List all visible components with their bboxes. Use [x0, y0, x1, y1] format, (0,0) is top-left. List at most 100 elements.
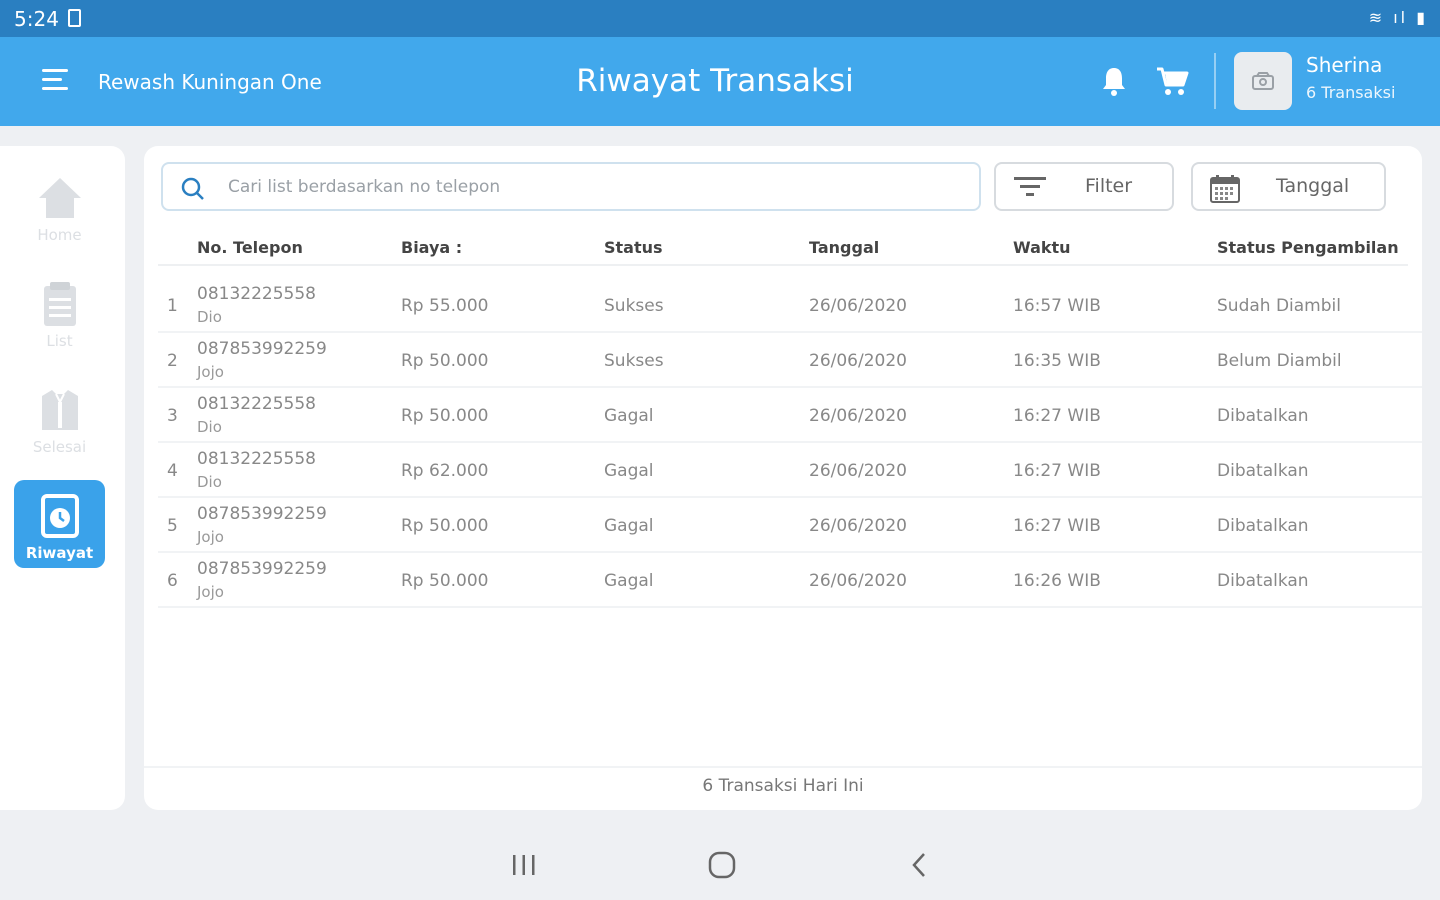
clock: 5:24	[14, 7, 59, 31]
home-button-icon[interactable]	[705, 848, 739, 882]
status: Gagal	[604, 406, 654, 426]
date: 26/06/2020	[809, 516, 907, 536]
row-number: 3	[167, 406, 178, 426]
date: 26/06/2020	[809, 296, 907, 316]
status: Sukses	[604, 296, 664, 316]
sidebar-item-list[interactable]: List	[14, 268, 105, 356]
phone-number: 08132225558	[197, 449, 316, 469]
phone-number: 087853992259	[197, 504, 327, 524]
status: Gagal	[604, 516, 654, 536]
avatar[interactable]	[1234, 52, 1292, 110]
phone-number: 087853992259	[197, 559, 327, 579]
fee: Rp 50.000	[401, 571, 489, 591]
transaction-summary: 6 Transaksi Hari Ini	[144, 766, 1422, 810]
recent-apps-icon[interactable]	[507, 848, 541, 882]
date: 26/06/2020	[809, 461, 907, 481]
table-row[interactable]: 4 08132225558 Dio Rp 62.000 Gagal 26/06/…	[158, 443, 1422, 498]
customer-name: Jojo	[197, 583, 224, 601]
date: 26/06/2020	[809, 571, 907, 591]
column-header: Status Pengambilan	[1217, 238, 1399, 257]
table-header: No. Telepon Biaya : Status Tanggal Waktu…	[158, 232, 1408, 266]
phone-number: 087853992259	[197, 339, 327, 359]
time: 16:26 WIB	[1013, 571, 1101, 591]
row-number: 2	[167, 351, 178, 371]
table-row[interactable]: 6 087853992259 Jojo Rp 50.000 Gagal 26/0…	[158, 553, 1422, 608]
time: 16:57 WIB	[1013, 296, 1101, 316]
pickup-status: Dibatalkan	[1217, 571, 1309, 591]
transaction-panel: Filter Tanggal No. Telepon Biaya : Statu…	[144, 146, 1422, 810]
customer-name: Dio	[197, 473, 222, 491]
column-header: Status	[604, 238, 663, 257]
search-icon	[181, 177, 204, 200]
appbar-divider	[1214, 53, 1216, 109]
app-bar: Rewash Kuningan One Riwayat Transaksi Sh…	[0, 37, 1440, 126]
sidebar-item-label: Home	[37, 226, 82, 244]
status: Sukses	[604, 351, 664, 371]
row-number: 6	[167, 571, 178, 591]
search-box	[161, 162, 981, 211]
time: 16:27 WIB	[1013, 461, 1101, 481]
pickup-status: Belum Diambil	[1217, 351, 1342, 371]
time: 16:27 WIB	[1013, 406, 1101, 426]
history-icon	[40, 494, 79, 538]
table-row[interactable]: 5 087853992259 Jojo Rp 50.000 Gagal 26/0…	[158, 498, 1422, 553]
list-icon	[43, 282, 76, 326]
row-number: 5	[167, 516, 178, 536]
status: Gagal	[604, 571, 654, 591]
time: 16:35 WIB	[1013, 351, 1101, 371]
bell-icon[interactable]	[1100, 65, 1128, 97]
user-transaction-count: 6 Transaksi	[1306, 83, 1396, 102]
date-button[interactable]: Tanggal	[1191, 162, 1386, 211]
fee: Rp 50.000	[401, 516, 489, 536]
column-header: Tanggal	[809, 238, 880, 257]
user-name: Sherina	[1306, 53, 1383, 77]
row-number: 4	[167, 461, 178, 481]
date-label: Tanggal	[1276, 175, 1350, 197]
table-row[interactable]: 2 087853992259 Jojo Rp 50.000 Sukses 26/…	[158, 333, 1422, 388]
status: Gagal	[604, 461, 654, 481]
row-number: 1	[167, 296, 178, 316]
table-row[interactable]: 3 08132225558 Dio Rp 50.000 Gagal 26/06/…	[158, 388, 1422, 443]
sidebar: Home List Selesai Riwayat	[0, 146, 125, 810]
sidebar-item-home[interactable]: Home	[14, 162, 105, 250]
customer-name: Dio	[197, 308, 222, 326]
time: 16:27 WIB	[1013, 516, 1101, 536]
sidebar-item-label: Riwayat	[25, 544, 94, 562]
table-row[interactable]: 1 08132225558 Dio Rp 55.000 Sukses 26/06…	[158, 278, 1422, 333]
customer-name: Jojo	[197, 528, 224, 546]
pickup-status: Dibatalkan	[1217, 461, 1309, 481]
filter-icon	[1014, 177, 1046, 196]
pickup-status: Dibatalkan	[1217, 406, 1309, 426]
column-header: Biaya :	[401, 238, 463, 257]
search-input[interactable]	[228, 172, 958, 202]
sidebar-item-label: Selesai	[32, 438, 87, 456]
customer-name: Jojo	[197, 363, 224, 381]
filter-label: Filter	[1085, 175, 1133, 197]
cart-icon[interactable]	[1155, 65, 1189, 97]
customer-name: Dio	[197, 418, 222, 436]
lock-icon	[68, 9, 81, 27]
system-icons: ≋ ıl ▮	[1368, 8, 1428, 27]
fee: Rp 50.000	[401, 351, 489, 371]
date: 26/06/2020	[809, 351, 907, 371]
column-header: No. Telepon	[197, 238, 303, 257]
fee: Rp 62.000	[401, 461, 489, 481]
calendar-icon	[1210, 175, 1240, 203]
home-icon	[38, 178, 81, 218]
sidebar-item-riwayat[interactable]: Riwayat	[14, 480, 105, 568]
sidebar-item-selesai[interactable]: Selesai	[14, 374, 105, 462]
status-bar: 5:24 ≋ ıl ▮	[0, 0, 1440, 37]
system-navigation-bar	[0, 826, 1440, 900]
date: 26/06/2020	[809, 406, 907, 426]
fee: Rp 50.000	[401, 406, 489, 426]
store-icon	[1252, 72, 1274, 90]
shirt-icon	[41, 390, 78, 430]
phone-number: 08132225558	[197, 284, 316, 304]
phone-number: 08132225558	[197, 394, 316, 414]
fee: Rp 55.000	[401, 296, 489, 316]
column-header: Waktu	[1013, 238, 1071, 257]
filter-button[interactable]: Filter	[994, 162, 1174, 211]
pickup-status: Sudah Diambil	[1217, 296, 1341, 316]
sidebar-item-label: List	[46, 332, 73, 350]
back-icon[interactable]	[903, 848, 937, 882]
